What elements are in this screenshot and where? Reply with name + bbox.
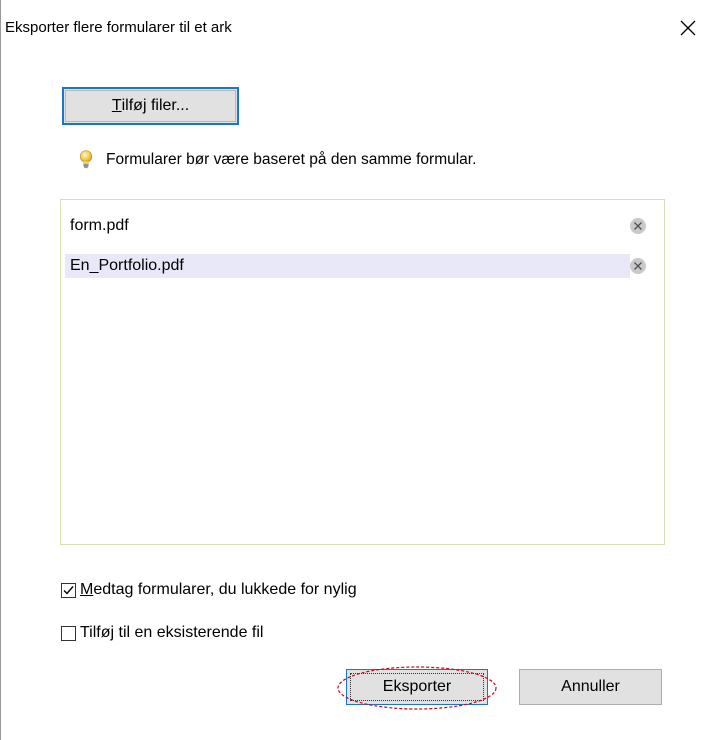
dialog-title: Eksporter flere formularer til et ark — [5, 19, 232, 36]
file-name: form.pdf — [70, 217, 129, 234]
append-existing-label: Tilføj til en eksisterende fil — [80, 624, 264, 641]
hint-text: Formularer bør være baseret på den samme… — [106, 151, 477, 168]
lightbulb-icon — [79, 150, 93, 169]
cancel-button-label: Annuller — [561, 678, 620, 695]
append-existing-checkbox[interactable] — [61, 625, 76, 641]
add-files-button[interactable]: Tilføj filer... — [62, 87, 239, 125]
append-existing-checkbox-row[interactable]: Tilføj til en eksisterende fil — [61, 624, 263, 642]
focus-rectangle — [350, 673, 484, 701]
remove-file-icon[interactable] — [629, 257, 647, 275]
remove-file-icon[interactable] — [629, 217, 647, 235]
export-button[interactable]: Eksporter — [346, 669, 488, 705]
cancel-button[interactable]: Annuller — [519, 669, 662, 705]
file-name: En_Portfolio.pdf — [70, 257, 184, 274]
include-recent-label: Medtag formularer, du lukkede for nylig — [80, 581, 357, 598]
add-files-accel: T — [111, 97, 122, 114]
hint-row: Formularer bør være baseret på den samme… — [79, 150, 476, 170]
file-list-item[interactable]: form.pdf — [65, 214, 630, 238]
add-files-label: ilføj filer... — [121, 97, 190, 114]
file-list-item-selected[interactable]: En_Portfolio.pdf — [65, 254, 630, 278]
export-dialog: Eksporter flere formularer til et ark Ti… — [0, 0, 702, 740]
checkmark-icon — [63, 585, 74, 595]
include-recent-checkbox[interactable] — [61, 582, 76, 598]
file-list[interactable]: form.pdf En_Portfolio.pdf — [60, 199, 665, 545]
close-icon[interactable] — [680, 20, 696, 36]
include-recent-checkbox-row[interactable]: Medtag formularer, du lukkede for nylig — [61, 581, 357, 599]
